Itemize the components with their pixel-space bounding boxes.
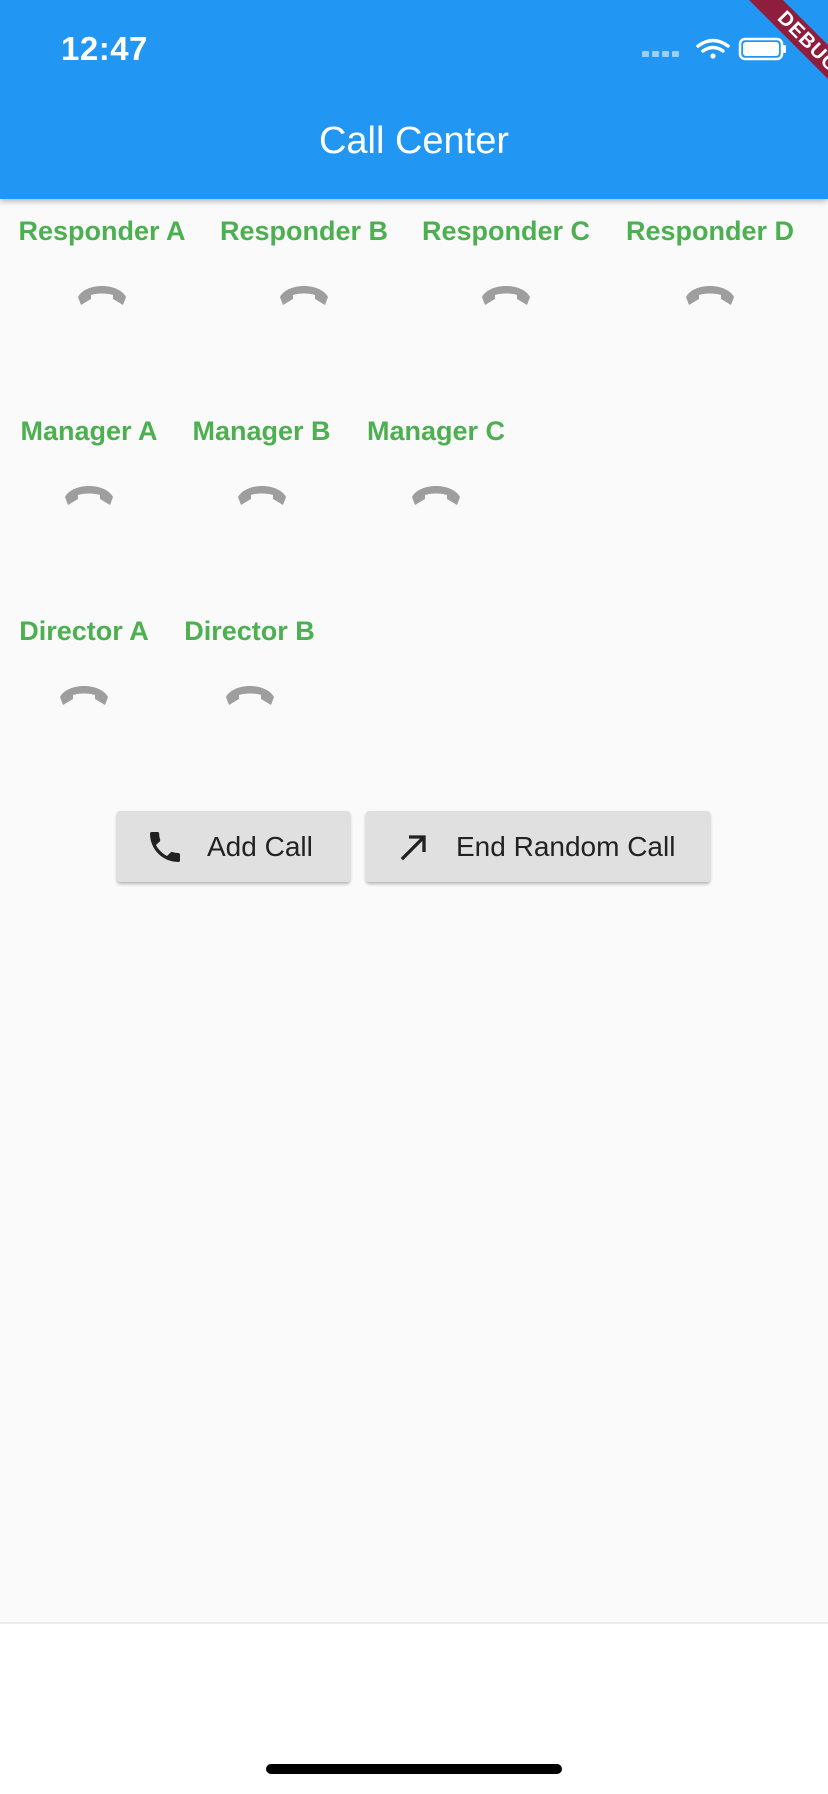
cellular-signal-icon xyxy=(642,51,679,57)
call-end-icon xyxy=(280,286,328,305)
call-end-icon xyxy=(60,686,108,705)
agent-label: Manager C xyxy=(366,416,506,446)
call-end-icon xyxy=(482,286,530,305)
agent-label: Director A xyxy=(19,616,149,646)
add-call-label: Add Call xyxy=(207,830,313,862)
debug-banner: DEBUG xyxy=(698,0,828,130)
end-random-call-label: End Random Call xyxy=(456,830,676,862)
agent-responder-a: Responder A xyxy=(17,216,187,309)
status-bar-time: 12:47 xyxy=(61,30,148,67)
call-end-icon xyxy=(686,286,734,305)
add-call-button[interactable]: Add Call xyxy=(117,811,350,882)
agent-label: Director B xyxy=(184,616,315,646)
debug-banner-label: DEBUG xyxy=(728,0,828,122)
agent-responder-d: Responder D xyxy=(624,216,796,309)
call-end-icon xyxy=(412,486,460,505)
call-end-icon xyxy=(225,686,274,705)
agent-label: Responder B xyxy=(219,216,389,246)
call-end-icon xyxy=(65,486,113,505)
agent-label: Manager A xyxy=(20,416,158,446)
call-end-icon xyxy=(237,486,286,505)
agent-manager-a: Manager A xyxy=(17,416,161,509)
call-end-icon xyxy=(78,286,126,305)
home-indicator[interactable] xyxy=(266,1764,562,1774)
agent-label: Responder D xyxy=(625,216,795,246)
agent-manager-c: Manager C xyxy=(365,416,507,509)
agent-responder-c: Responder C xyxy=(421,216,591,309)
end-random-call-button[interactable]: End Random Call xyxy=(366,811,710,882)
agent-director-a: Director A xyxy=(17,616,151,709)
agent-label: Manager B xyxy=(192,416,331,446)
agent-label: Responder A xyxy=(18,216,186,246)
agent-manager-b: Manager B xyxy=(191,416,332,509)
arrow-up-right-icon xyxy=(400,834,426,860)
agent-label: Responder C xyxy=(421,216,591,246)
agent-responder-b: Responder B xyxy=(219,216,389,309)
agent-director-b: Director B xyxy=(183,616,316,709)
phone-icon xyxy=(150,831,180,862)
